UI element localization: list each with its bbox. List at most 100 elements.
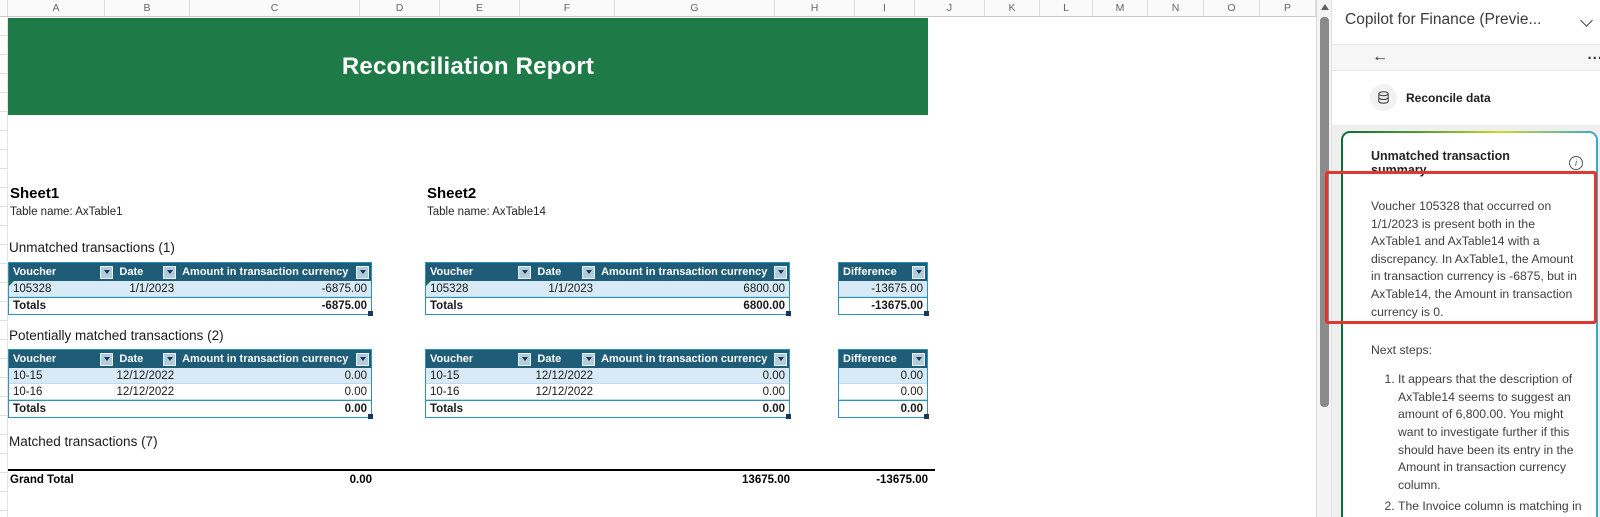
voucher-column-header[interactable]: Voucher bbox=[426, 263, 533, 281]
totals-row[interactable]: -13675.00 bbox=[839, 297, 929, 316]
filter-dropdown-icon[interactable] bbox=[774, 352, 787, 366]
step-label: Reconcile data bbox=[1406, 91, 1491, 105]
filter-dropdown-icon[interactable] bbox=[774, 265, 787, 279]
column-header-c[interactable]: C bbox=[190, 0, 360, 16]
table-resize-handle[interactable] bbox=[924, 414, 929, 419]
unmatched-heading: Unmatched transactions (1) bbox=[9, 240, 175, 255]
column-header-b[interactable]: B bbox=[105, 0, 190, 16]
filter-dropdown-icon[interactable] bbox=[518, 352, 532, 366]
totals-row[interactable]: 0.00 bbox=[839, 400, 929, 419]
column-header-k[interactable]: K bbox=[985, 0, 1040, 16]
amount-column-header[interactable]: Amount in transaction currency bbox=[597, 350, 789, 368]
table-row[interactable]: 10-16 12/12/2022 0.00 bbox=[9, 384, 371, 400]
filter-dropdown-icon[interactable] bbox=[518, 265, 532, 279]
potential-difference-table: Difference 0.00 0.00 0.00 bbox=[838, 349, 929, 419]
table-row[interactable]: 105328 1/1/2023 -6875.00 bbox=[9, 281, 371, 297]
date-column-header[interactable]: Date bbox=[115, 350, 178, 368]
table-row[interactable]: 0.00 bbox=[839, 368, 927, 384]
row-header-stub bbox=[0, 0, 8, 16]
column-header-i[interactable]: I bbox=[855, 0, 915, 16]
table-row[interactable]: -13675.00 bbox=[839, 281, 927, 297]
table-resize-handle[interactable] bbox=[368, 311, 373, 316]
table-resize-handle[interactable] bbox=[924, 311, 929, 316]
voucher-column-header[interactable]: Voucher bbox=[426, 350, 533, 368]
table-resize-handle[interactable] bbox=[786, 311, 791, 316]
potential-heading: Potentially matched transactions (2) bbox=[9, 328, 224, 343]
filter-dropdown-icon[interactable] bbox=[100, 352, 114, 366]
summary-text: Voucher 105328 that occurred on 1/1/2023… bbox=[1371, 199, 1577, 319]
filter-dropdown-icon[interactable] bbox=[163, 352, 177, 366]
report-banner: Reconciliation Report bbox=[8, 18, 928, 115]
column-header-l[interactable]: L bbox=[1040, 0, 1093, 16]
table-row[interactable]: 0.00 bbox=[839, 384, 927, 400]
database-icon bbox=[1370, 84, 1397, 111]
column-header-m[interactable]: M bbox=[1093, 0, 1148, 16]
amount-column-header[interactable]: Amount in transaction currency bbox=[597, 263, 789, 281]
scrollbar-thumb[interactable] bbox=[1320, 17, 1329, 407]
grand-total-sheet1: 0.00 bbox=[349, 474, 372, 486]
totals-row[interactable]: Totals 0.00 bbox=[9, 400, 373, 419]
voucher-column-header[interactable]: Voucher bbox=[9, 350, 115, 368]
vertical-scrollbar[interactable] bbox=[1316, 0, 1331, 517]
totals-row[interactable]: Totals 0.00 bbox=[426, 400, 791, 419]
difference-column-header[interactable]: Difference bbox=[839, 263, 927, 281]
voucher-column-header[interactable]: Voucher bbox=[9, 263, 115, 281]
table-row[interactable]: 10-16 12/12/2022 0.00 bbox=[426, 384, 789, 400]
filter-dropdown-icon[interactable] bbox=[582, 265, 596, 279]
error-indicator-icon bbox=[426, 281, 431, 286]
amount-column-header[interactable]: Amount in transaction currency bbox=[178, 350, 371, 368]
reconcile-data-step[interactable]: Reconcile data ✓ ✓ bbox=[1332, 71, 1600, 175]
filter-dropdown-icon[interactable] bbox=[163, 265, 177, 279]
filter-dropdown-icon[interactable] bbox=[100, 265, 114, 279]
table-resize-handle[interactable] bbox=[368, 414, 373, 419]
grand-total-label: Grand Total bbox=[10, 474, 74, 486]
row-header-sliver bbox=[0, 17, 8, 517]
difference-column-header[interactable]: Difference bbox=[839, 350, 927, 368]
table-row[interactable]: 10-15 12/12/2022 0.00 bbox=[426, 368, 789, 384]
info-icon[interactable]: i bbox=[1569, 156, 1583, 170]
report-title: Reconciliation Report bbox=[341, 52, 595, 80]
column-header-h[interactable]: H bbox=[775, 0, 855, 16]
copilot-panel: Copilot for Finance (Previe... ← ... Rec… bbox=[1331, 0, 1600, 517]
grand-total-difference: -13675.00 bbox=[876, 474, 928, 486]
column-header-f[interactable]: F bbox=[520, 0, 615, 16]
column-header-o[interactable]: O bbox=[1204, 0, 1260, 16]
filter-dropdown-icon[interactable] bbox=[356, 352, 369, 366]
amount-column-header[interactable]: Amount in transaction currency bbox=[178, 263, 371, 281]
panel-title: Copilot for Finance (Previe... bbox=[1345, 11, 1542, 28]
table-row[interactable]: 105328 1/1/2023 6800.00 bbox=[426, 281, 789, 297]
column-header-j[interactable]: J bbox=[915, 0, 985, 16]
back-arrow-icon[interactable]: ← bbox=[1372, 48, 1388, 66]
filter-dropdown-icon[interactable] bbox=[356, 265, 369, 279]
totals-row[interactable]: Totals -6875.00 bbox=[9, 297, 373, 316]
app-window: A B C D E F G H I J K L M N O P Reconcil… bbox=[0, 0, 1600, 517]
column-header-p[interactable]: P bbox=[1260, 0, 1316, 16]
date-column-header[interactable]: Date bbox=[115, 263, 178, 281]
next-steps-label: Next steps: bbox=[1371, 343, 1432, 358]
column-header-a[interactable]: A bbox=[8, 0, 105, 16]
column-header-e[interactable]: E bbox=[440, 0, 520, 16]
column-header-g[interactable]: G bbox=[615, 0, 775, 16]
date-column-header[interactable]: Date bbox=[533, 263, 597, 281]
more-options-icon[interactable]: ... bbox=[1587, 46, 1600, 63]
filter-dropdown-icon[interactable] bbox=[912, 352, 925, 366]
next-step-item: It appears that the description of AxTab… bbox=[1398, 371, 1583, 494]
card-title: Unmatched transaction summary bbox=[1371, 149, 1510, 177]
filter-dropdown-icon[interactable] bbox=[582, 352, 596, 366]
grand-total-row: Grand Total 0.00 13675.00 -13675.00 bbox=[8, 469, 935, 487]
column-header-n[interactable]: N bbox=[1148, 0, 1204, 16]
table-row[interactable]: 10-15 12/12/2022 0.00 bbox=[9, 368, 371, 384]
table-resize-handle[interactable] bbox=[786, 414, 791, 419]
sheet2-table-name: Table name: AxTable14 bbox=[427, 206, 546, 218]
sheet1-title: Sheet1 bbox=[10, 185, 60, 202]
matched-heading: Matched transactions (7) bbox=[9, 434, 158, 449]
next-steps-list: It appears that the description of AxTab… bbox=[1371, 371, 1583, 517]
date-column-header[interactable]: Date bbox=[533, 350, 597, 368]
chevron-down-icon[interactable] bbox=[1580, 14, 1593, 27]
error-indicator-icon bbox=[9, 281, 14, 286]
filter-dropdown-icon[interactable] bbox=[912, 265, 925, 279]
column-header-d[interactable]: D bbox=[360, 0, 440, 16]
panel-toolbar: ← ... bbox=[1332, 44, 1600, 71]
scroll-up-icon[interactable] bbox=[1321, 4, 1329, 10]
totals-row[interactable]: Totals 6800.00 bbox=[426, 297, 791, 316]
